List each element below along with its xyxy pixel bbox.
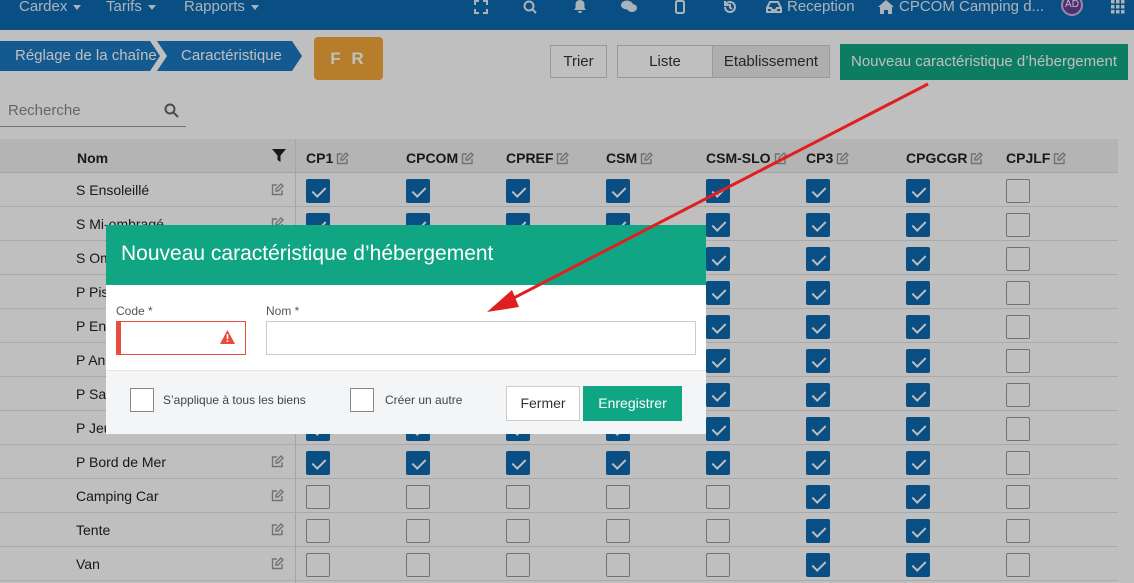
close-button[interactable]: Fermer [506, 386, 580, 421]
name-label: Nom * [266, 304, 300, 318]
name-field[interactable] [266, 321, 696, 355]
apply-all-label: S’applique à tous les biens [163, 393, 306, 407]
warning-icon [220, 330, 235, 349]
code-label: Code * [116, 304, 153, 318]
dialog-title: Nouveau caractéristique d’hébergement [106, 225, 706, 285]
create-another-checkbox[interactable] [350, 388, 374, 412]
create-another-label: Créer un autre [385, 393, 463, 407]
dialog-footer: S’applique à tous les biens Créer un aut… [106, 370, 706, 434]
save-button[interactable]: Enregistrer [583, 386, 682, 421]
apply-all-checkbox[interactable] [130, 388, 154, 412]
new-characteristic-dialog: Nouveau caractéristique d’hébergement Co… [106, 225, 706, 434]
app-root: Cardex Tarifs Rapports Reception CPCOM C… [0, 0, 1134, 583]
